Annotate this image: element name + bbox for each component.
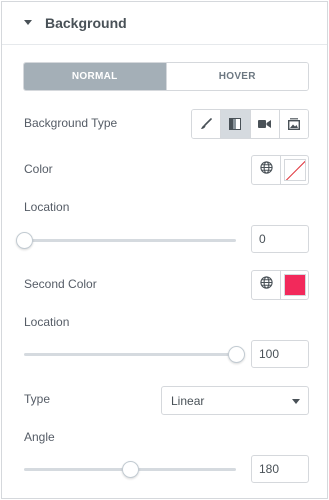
global-colors-button[interactable] — [252, 156, 281, 184]
angle-input[interactable] — [251, 455, 309, 483]
caret-down-icon — [24, 20, 32, 25]
bgtype-gradient-button[interactable] — [220, 110, 250, 138]
color-swatch — [283, 274, 306, 296]
background-type-choices — [191, 109, 309, 139]
location-slider[interactable] — [16, 232, 236, 249]
slider-thumb[interactable] — [228, 346, 245, 363]
bgtype-slideshow-button[interactable] — [278, 110, 308, 138]
bgtype-classic-button[interactable] — [192, 110, 221, 138]
second-color-picker[interactable] — [281, 271, 308, 299]
color-picker[interactable] — [281, 156, 308, 184]
slider-track — [24, 353, 236, 356]
slideshow-icon — [287, 118, 300, 130]
second-location-input[interactable] — [251, 340, 309, 368]
global-colors-button[interactable] — [252, 271, 281, 299]
color-control — [251, 155, 309, 185]
angle-slider[interactable] — [24, 461, 236, 478]
second-color-control — [251, 270, 309, 300]
globe-icon — [259, 161, 273, 179]
brush-icon — [200, 118, 212, 130]
color-swatch-empty — [283, 159, 306, 181]
tab-normal[interactable]: NORMAL — [24, 63, 166, 90]
location-input[interactable] — [251, 225, 309, 253]
state-tabs: NORMAL HOVER — [23, 62, 309, 91]
section-title: Background — [45, 15, 127, 31]
location-label: Location — [24, 200, 70, 214]
second-color-label: Second Color — [24, 277, 97, 291]
slider-track — [24, 239, 236, 242]
select-value: Linear — [171, 394, 205, 408]
bgtype-video-button[interactable] — [249, 110, 279, 138]
type-label: Type — [24, 392, 51, 406]
section-header[interactable]: Background — [2, 2, 327, 45]
gradient-type-select[interactable]: Linear — [161, 386, 309, 415]
slider-thumb[interactable] — [16, 232, 33, 249]
chevron-down-icon — [292, 399, 300, 404]
gradient-icon — [229, 118, 242, 130]
second-location-slider[interactable] — [24, 346, 245, 363]
globe-icon — [259, 276, 273, 294]
color-label: Color — [24, 162, 53, 176]
tab-hover[interactable]: HOVER — [165, 63, 308, 90]
angle-label: Angle — [24, 430, 55, 444]
slider-thumb[interactable] — [122, 461, 139, 478]
background-panel: Background NORMAL HOVER Background Type — [1, 1, 328, 499]
second-location-label: Location — [24, 315, 70, 329]
video-icon — [258, 119, 272, 129]
background-type-label: Background Type — [24, 116, 118, 130]
